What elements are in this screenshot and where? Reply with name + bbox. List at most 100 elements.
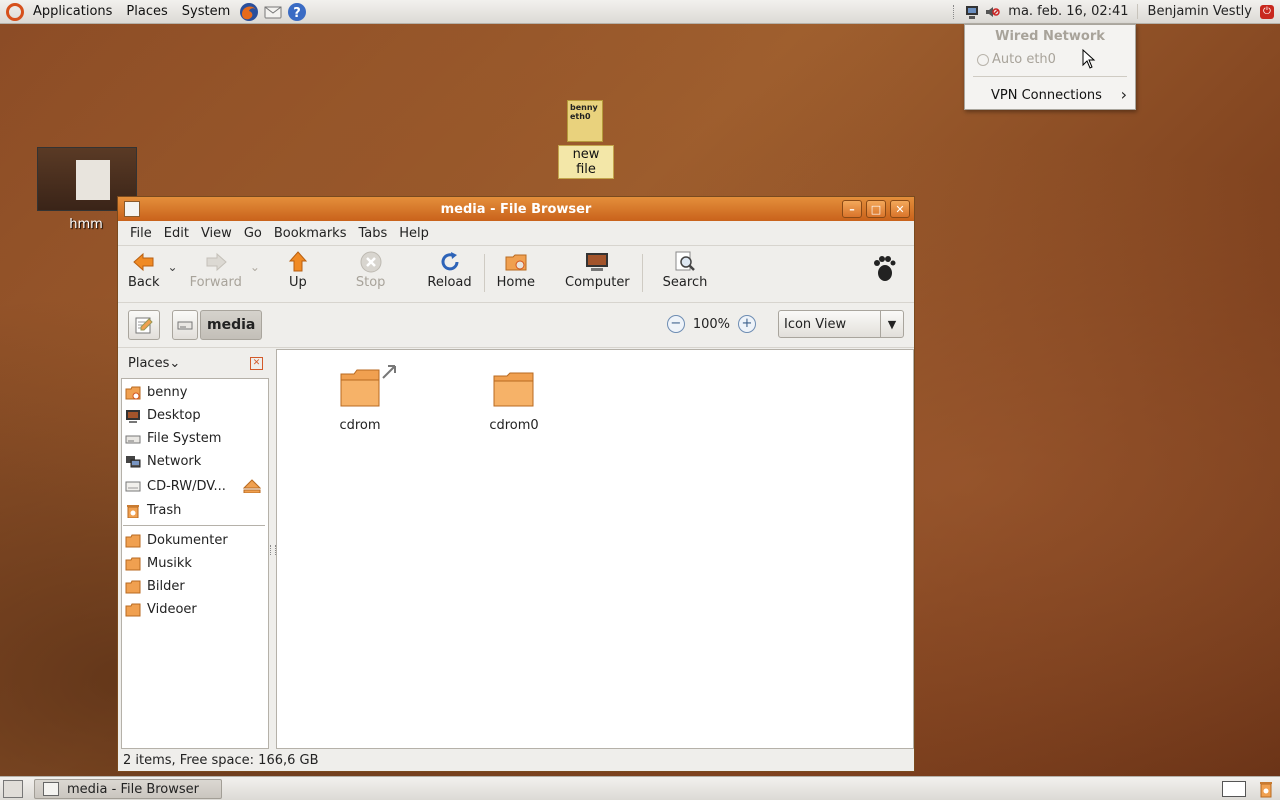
search-button[interactable]: Search xyxy=(657,246,714,290)
desktop-icon-new-file[interactable]: benny eth0 new file xyxy=(558,100,614,179)
sidebar-item-musikk[interactable]: Musikk xyxy=(121,552,267,575)
home-folder-icon xyxy=(505,254,527,271)
menu-bookmarks[interactable]: Bookmarks xyxy=(268,226,353,241)
sidebar-item-benny[interactable]: benny xyxy=(121,381,267,404)
menu-file[interactable]: File xyxy=(124,226,158,241)
radio-icon xyxy=(977,53,989,66)
sidebar-item-bilder[interactable]: Bilder xyxy=(121,575,267,598)
toggle-location-entry-button[interactable] xyxy=(128,310,160,340)
desktop-icon-label: new file xyxy=(558,145,614,179)
menu-system[interactable]: System xyxy=(175,0,237,24)
file-label: cdrom xyxy=(339,418,381,433)
clock[interactable]: ma. feb. 16, 02:41 xyxy=(1000,4,1136,19)
stop-label: Stop xyxy=(355,275,386,290)
network-applet-icon[interactable] xyxy=(964,4,980,20)
home-button[interactable]: Home xyxy=(491,246,541,290)
forward-arrow-icon xyxy=(206,252,227,272)
toolbar: Back ⌄ Forward ⌄ Up Stop Reload Home Com… xyxy=(118,246,914,303)
back-arrow-icon xyxy=(133,252,154,272)
menu-view[interactable]: View xyxy=(195,226,238,241)
sidebar-item-desktop[interactable]: Desktop xyxy=(121,404,267,427)
reload-button[interactable]: Reload xyxy=(421,246,477,290)
trash-applet-icon[interactable] xyxy=(1258,780,1274,798)
mail-launcher-icon[interactable] xyxy=(263,2,283,22)
maximize-button[interactable]: □ xyxy=(866,200,886,218)
breadcrumb-media[interactable]: media xyxy=(200,310,263,340)
file-item-cdrom0[interactable]: cdrom0 xyxy=(469,372,559,433)
close-side-pane-icon[interactable]: ✕ xyxy=(250,357,263,370)
network-icon xyxy=(126,455,141,467)
menu-applications[interactable]: Applications xyxy=(26,0,119,24)
menu-places[interactable]: Places xyxy=(119,0,174,24)
zoom-level: 100% xyxy=(692,316,730,332)
forward-button[interactable]: Forward xyxy=(184,246,248,290)
ubuntu-logo-icon[interactable] xyxy=(6,2,24,21)
volume-muted-icon[interactable] xyxy=(984,4,1001,20)
svg-text:?: ? xyxy=(293,6,301,21)
power-icon[interactable]: ⏻ xyxy=(1260,4,1274,19)
reload-icon xyxy=(441,252,459,271)
back-history-dropdown[interactable]: ⌄ xyxy=(166,260,180,274)
toolbar-separator xyxy=(483,254,485,292)
tray-handle xyxy=(953,4,960,19)
show-desktop-button[interactable] xyxy=(3,780,23,798)
taskbar-label: media - File Browser xyxy=(67,781,200,797)
sidebar-item-trash[interactable]: Trash xyxy=(121,499,267,522)
sidebar-item-videoer[interactable]: Videoer xyxy=(121,598,267,621)
back-label: Back xyxy=(128,275,160,290)
view-mode-select[interactable]: Icon View ▼ xyxy=(778,310,904,338)
toolbar-separator xyxy=(641,254,643,292)
minimize-button[interactable]: – xyxy=(842,200,862,218)
sidebar-item-label: Musikk xyxy=(147,556,192,571)
up-button[interactable]: Up xyxy=(280,246,316,290)
computer-button[interactable]: Computer xyxy=(559,246,636,290)
edit-location-icon xyxy=(135,317,153,334)
back-button[interactable]: Back xyxy=(122,246,166,290)
workspace-switcher[interactable] xyxy=(1222,781,1246,797)
folder-icon xyxy=(125,580,141,593)
vpn-connections-item[interactable]: VPN Connections xyxy=(991,88,1102,103)
network-menu-header: Wired Network xyxy=(995,29,1105,44)
sidebar-item-label: CD-RW/DV... xyxy=(147,478,226,494)
sidebar-item-label: Network xyxy=(147,454,202,469)
menu-tabs[interactable]: Tabs xyxy=(352,226,393,241)
close-button[interactable]: ✕ xyxy=(890,200,910,218)
menu-edit[interactable]: Edit xyxy=(158,226,195,241)
help-launcher-icon[interactable]: ? xyxy=(287,2,307,22)
taskbar-button-file-browser[interactable]: media - File Browser xyxy=(34,779,222,799)
chevron-down-icon: ▼ xyxy=(880,311,903,337)
sidebar-item-label: Desktop xyxy=(147,408,201,423)
sidebar-item-network[interactable]: Network xyxy=(121,450,267,473)
file-item-cdrom[interactable]: cdrom xyxy=(315,362,405,433)
eject-icon[interactable] xyxy=(243,479,261,493)
zoom-out-button[interactable]: − xyxy=(666,315,685,333)
computer-icon xyxy=(586,253,609,271)
menu-help[interactable]: Help xyxy=(393,226,435,241)
side-pane-title-dropdown[interactable]: Places⌄ xyxy=(128,356,180,371)
menu-go[interactable]: Go xyxy=(238,226,268,241)
home-label: Home xyxy=(496,275,536,290)
system-tray: ma. feb. 16, 02:41 Benjamin Vestly ⏻ xyxy=(949,0,1280,24)
file-view[interactable]: cdrom cdrom0 xyxy=(276,349,914,749)
user-name[interactable]: Benjamin Vestly xyxy=(1136,4,1256,19)
sidebar-item-dokumenter[interactable]: Dokumenter xyxy=(121,529,267,552)
sidebar-item-cd-drive[interactable]: CD-RW/DV... xyxy=(121,473,267,499)
up-label: Up xyxy=(288,275,307,290)
network-menu: Wired Network Auto eth0 VPN Connections … xyxy=(964,24,1136,110)
drive-icon xyxy=(177,321,193,330)
firefox-launcher-icon[interactable] xyxy=(239,2,259,22)
drive-icon xyxy=(125,435,141,443)
zoom-in-button[interactable]: + xyxy=(738,315,756,333)
window-titlebar[interactable]: media - File Browser – □ ✕ xyxy=(118,197,914,221)
status-text: 2 items, Free space: 166,6 GB xyxy=(123,752,319,768)
folder-icon xyxy=(125,557,141,570)
sidebar-item-label: Dokumenter xyxy=(147,533,228,548)
forward-history-dropdown[interactable]: ⌄ xyxy=(248,260,262,274)
stop-icon xyxy=(360,251,382,273)
status-bar: 2 items, Free space: 166,6 GB xyxy=(118,749,914,771)
sidebar-item-file-system[interactable]: File System xyxy=(121,427,267,450)
stop-button[interactable]: Stop xyxy=(350,246,392,290)
submenu-arrow-icon: › xyxy=(1120,85,1127,104)
breadcrumb-root[interactable] xyxy=(172,310,198,340)
home-folder-icon xyxy=(125,386,141,399)
